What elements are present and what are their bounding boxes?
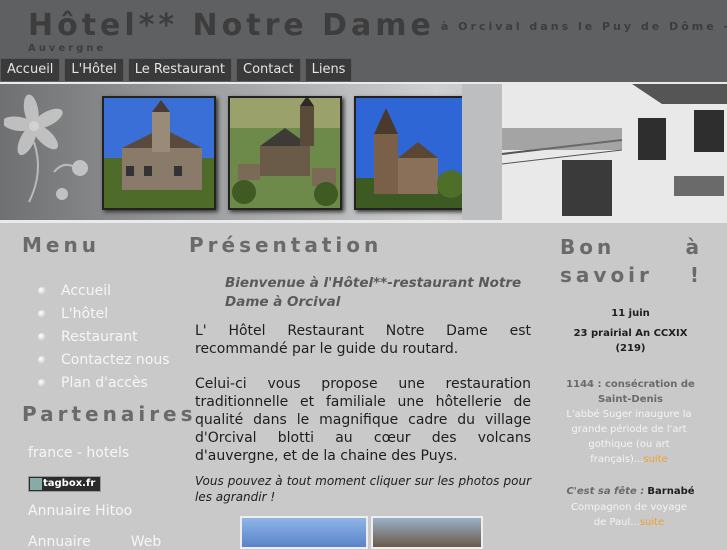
bullet-icon [38, 309, 46, 318]
welcome-text: Bienvenue à l'Hôtel**-restaurant Notre D… [225, 275, 522, 310]
republican-date: 23 prairial An CCXIX [573, 328, 688, 339]
intro-paragraph: L' Hôtel Restaurant Notre Dame est recom… [195, 323, 531, 357]
banner [0, 84, 727, 220]
menu-item-label: Restaurant [61, 328, 138, 345]
menu-item-label: Contactez nous [61, 351, 170, 368]
nav-tab-accueil[interactable]: Accueil [0, 58, 61, 81]
tagbox-label: tagbox.fr [43, 478, 96, 489]
menu-item-label: Accueil [61, 282, 111, 299]
fete-name: Barnabé [647, 486, 695, 497]
banner-divider [0, 220, 727, 223]
partners-heading: Partenaires [22, 402, 197, 426]
nav-tab-liens[interactable]: Liens [304, 58, 353, 81]
menu-item-restaurant[interactable]: Restaurant [38, 325, 170, 348]
site-subtitle-region: Auvergne [28, 43, 107, 54]
event-suite-link[interactable]: suite [643, 454, 667, 465]
today-date: 11 juin [611, 308, 650, 319]
hotel-building-image [462, 84, 727, 220]
thumbnail-photo-2[interactable] [371, 516, 483, 549]
fete-label: C'est sa fête : [566, 486, 645, 497]
nav-tab-contact[interactable]: Contact [236, 58, 301, 81]
fete-suite-link[interactable]: suite [640, 517, 664, 528]
republican-year: (219) [615, 343, 646, 354]
site-subtitle: à Orcival dans le Puy de Dôme - [440, 20, 727, 33]
site-title: Hôtel** Notre Dame à Orcival dans le Puy … [28, 8, 727, 43]
partner-link-annuaire-web[interactable]: Annuaire Web [28, 534, 163, 550]
event-text: L'abbé Suger inaugure la grande période … [566, 407, 692, 467]
bullet-icon [38, 332, 46, 341]
bullet-icon [38, 355, 46, 364]
fete-text-body: Compagnon de voyage de Paul... [571, 502, 687, 528]
partner-link-tagbox[interactable]: tagbox.fr [28, 476, 101, 492]
menu-item-hotel[interactable]: L'hôtel [38, 302, 170, 325]
side-menu: Accueil L'hôtel Restaurant Contactez nou… [38, 279, 170, 394]
thumbnail-photo-1[interactable] [240, 516, 368, 549]
menu-item-label: L'hôtel [61, 305, 109, 322]
fete-text: Compagnon de voyage de Paul...suite [566, 500, 692, 530]
description-paragraph: Celui-ci vous propose une restauration t… [195, 376, 531, 464]
menu-item-plan[interactable]: Plan d'accès [38, 371, 170, 394]
bon-a-savoir-heading: Bon à savoir ! [560, 235, 703, 287]
header: Hôtel** Notre Dame à Orcival dans le Puy … [0, 0, 727, 83]
flower-ornament-icon [4, 94, 88, 203]
menu-heading: Menu [22, 233, 100, 257]
bullet-icon [38, 378, 46, 387]
partner-link-france-hotels[interactable]: france - hotels [28, 445, 129, 461]
photo-bell-tower[interactable] [354, 96, 468, 210]
photo-village[interactable] [228, 96, 342, 210]
click-photos-note: Vous pouvez à tout moment cliquer sur le… [195, 474, 531, 504]
menu-item-label: Plan d'accès [61, 374, 148, 391]
site-title-text: Hôtel** Notre Dame [28, 8, 435, 43]
bullet-icon [38, 286, 46, 295]
menu-item-contact[interactable]: Contactez nous [38, 348, 170, 371]
top-nav: Accueil L'Hôtel Le Restaurant Contact Li… [0, 58, 356, 82]
partner-link-hitoo[interactable]: Annuaire Hitoo [28, 503, 132, 519]
event-text-body: L'abbé Suger inaugure la grande période … [566, 409, 692, 465]
tagbox-logo-icon [30, 478, 42, 490]
presentation-heading: Présentation [189, 233, 383, 257]
event-heading: 1144 : consécration de Saint-Denis [566, 379, 695, 405]
nav-tab-hotel[interactable]: L'Hôtel [64, 58, 124, 81]
menu-item-accueil[interactable]: Accueil [38, 279, 170, 302]
photo-basilica-1[interactable] [102, 96, 216, 210]
fete-line: C'est sa fête : Barnabé [556, 484, 705, 499]
nav-tab-restaurant[interactable]: Le Restaurant [127, 58, 233, 81]
